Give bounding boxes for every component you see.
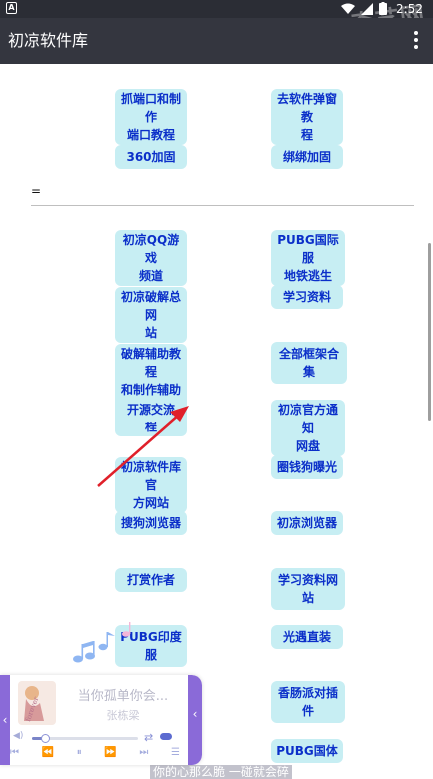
360-reinforce-button[interactable]: 360加固 xyxy=(115,145,187,169)
lyric-toggle[interactable] xyxy=(160,733,172,740)
open-source-exchange-button[interactable]: 开源交流 xyxy=(115,398,187,422)
tip-author-button[interactable]: 打赏作者 xyxy=(115,568,187,592)
album-cover: forever xyxy=(18,681,56,725)
progress-knob[interactable] xyxy=(40,734,50,743)
status-bar: A 2:52 奇艺网 xyxy=(0,0,433,39)
app-title: 初凉软件库 xyxy=(8,31,89,50)
rewind-icon[interactable]: ⏪ xyxy=(42,747,54,758)
qq-game-channel-button[interactable]: 初凉QQ游戏 频道 xyxy=(115,230,187,286)
skip-start-icon[interactable]: ⏮ xyxy=(10,747,19,758)
crack-main-site-button[interactable]: 初凉破解总网 站 xyxy=(115,287,187,343)
annotation-arrow xyxy=(97,406,189,487)
music-notes-icon xyxy=(73,622,131,663)
progress-bar[interactable] xyxy=(32,734,138,743)
crack-aid-tutorial-button[interactable]: 破解辅助教程 和制作辅助教 程 xyxy=(115,344,187,436)
volume-icon[interactable]: ◀) xyxy=(13,731,23,741)
official-notice-disk-button[interactable]: 初凉官方通知 网盘 xyxy=(271,400,345,456)
playlist-icon[interactable]: ☰ xyxy=(171,747,180,758)
remove-popup-tutorial-button[interactable]: 去软件弹窗教 程 xyxy=(271,89,343,145)
music-player[interactable]: ‹ forever 当你孤单你会... 张栋梁 ◀) ⇄ ⏮ ⏪ ⏸ ⏩ ⏭ ☰… xyxy=(0,675,202,765)
bangbang-reinforce-button[interactable]: 绑绑加固 xyxy=(271,145,343,169)
sky-direct-install-button[interactable]: 光遇直装 xyxy=(271,625,343,649)
app-bar: 初凉软件库 xyxy=(0,18,433,64)
collapse-left-icon[interactable]: ‹ xyxy=(0,675,10,765)
scrollbar[interactable] xyxy=(428,243,431,421)
pause-icon[interactable]: ⏸ xyxy=(77,747,82,758)
song-title: 当你孤单你会... xyxy=(77,689,169,704)
chuliang-browser-button[interactable]: 初凉浏览器 xyxy=(271,511,343,535)
sogou-browser-button[interactable]: 搜狗浏览器 xyxy=(115,511,187,535)
loop-icon[interactable]: ⇄ xyxy=(144,731,153,744)
official-website-button[interactable]: 初凉软件库官 方网站 xyxy=(115,457,187,513)
skip-end-icon[interactable]: ⏭ xyxy=(139,747,148,758)
more-vert-icon[interactable] xyxy=(413,31,419,51)
sausage-party-plugin-button[interactable]: 香肠派对插件 xyxy=(271,681,345,723)
fast-forward-icon[interactable]: ⏩ xyxy=(104,747,116,758)
framework-collection-button[interactable]: 全部框架合集 xyxy=(271,342,347,384)
notification-a-icon: A xyxy=(6,2,17,14)
section-marker: = xyxy=(31,184,42,198)
pubg-national-button[interactable]: PUBG国体 xyxy=(271,739,343,763)
port-tutorial-button[interactable]: 抓端口和制作 端口教程 xyxy=(115,89,187,145)
lyric-toast: 你的心那么脆 一碰就会碎 xyxy=(150,765,292,779)
player-controls: ⏮ ⏪ ⏸ ⏩ ⏭ ☰ xyxy=(10,747,180,758)
study-materials-site-button[interactable]: 学习资料网站 xyxy=(271,568,345,610)
collapse-right-icon[interactable]: ‹ xyxy=(188,675,202,765)
artist-name: 张栋梁 xyxy=(106,709,140,722)
pubg-global-metro-button[interactable]: PUBG国际服 地铁逃生 xyxy=(271,230,345,286)
scam-exposure-button[interactable]: 圈钱狗曝光 xyxy=(271,455,343,479)
study-materials-button[interactable]: 学习资料 xyxy=(271,285,343,309)
divider xyxy=(31,205,414,206)
